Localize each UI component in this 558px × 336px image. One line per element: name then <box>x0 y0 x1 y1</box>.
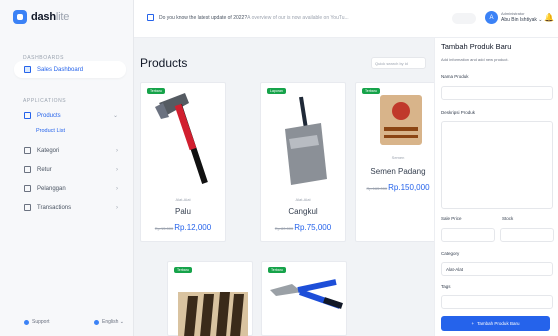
tags-label: Tags <box>441 284 451 289</box>
product-name-label: Nama Produk <box>441 74 469 79</box>
customer-icon <box>24 185 31 192</box>
product-description-label: Deskripsi Produk <box>441 110 476 115</box>
pliers-image <box>270 279 343 309</box>
sidebar-subitem-product-list[interactable]: Product List <box>36 128 65 134</box>
sidebar-item-products[interactable]: Products ⌄ <box>14 107 126 124</box>
sidebar-item-transactions[interactable]: Transactions › <box>14 199 126 216</box>
section-title-applications: APPLICATIONS <box>23 98 67 104</box>
logo-icon <box>13 10 27 24</box>
support-link[interactable]: Support <box>24 319 50 325</box>
product-name: Palu <box>174 207 191 216</box>
chevron-right-icon: › <box>116 185 118 192</box>
user-menu[interactable]: Abu Bin Ishtiyak ⌄ <box>501 17 542 23</box>
sidebar-footer: Support English ⌄ <box>24 319 124 325</box>
chevron-right-icon: › <box>116 166 118 173</box>
search-input[interactable]: Quick search by id <box>371 57 426 69</box>
product-category: Alat-Alat <box>175 197 191 202</box>
sidebar-item-pelanggan[interactable]: Pelanggan › <box>14 180 126 197</box>
logo-text-lite: lite <box>55 11 70 23</box>
sale-price-label: Sale Price <box>441 216 462 221</box>
sidebar-item-label: Sales Dashboard <box>37 66 84 73</box>
sidebar-item-retur[interactable]: Retur › <box>14 161 126 178</box>
dashboard-icon <box>24 66 31 73</box>
cement-bag-image <box>380 95 422 145</box>
stock-label: Stock <box>502 216 514 221</box>
hammer-image <box>155 93 208 184</box>
product-card[interactable]: Laporan Alat-Alat Cangkul Rp.80.000Rp.75… <box>260 82 346 242</box>
language-selector[interactable]: English ⌄ <box>94 319 124 325</box>
sale-price-field[interactable] <box>441 228 495 242</box>
putty-knife-image <box>178 292 248 336</box>
logo-text: dash <box>31 11 56 23</box>
product-name: Semen Padang <box>370 167 426 176</box>
notification-bell-icon[interactable]: 🔔 <box>544 13 554 22</box>
category-label: Category <box>441 251 460 256</box>
sidebar-item-label: Products <box>37 112 61 119</box>
sidebar-item-label: Transactions <box>37 204 72 211</box>
add-product-button[interactable]: + Tambah Produk Baru <box>441 316 550 331</box>
chevron-right-icon: › <box>116 147 118 154</box>
product-description-field[interactable] <box>441 121 553 209</box>
panel-title: Tambah Produk Baru <box>441 42 512 51</box>
sidebar-item-kategori[interactable]: Kategori › <box>14 142 126 159</box>
product-card[interactable]: Terbaru <box>261 261 347 336</box>
products-icon <box>24 112 31 119</box>
sidebar-item-label: Pelanggan <box>37 185 66 192</box>
product-card[interactable]: Terbaru <box>167 261 253 336</box>
sidebar-item-label: Retur <box>37 166 52 173</box>
product-category: Alat-Alat <box>295 197 311 202</box>
support-icon <box>24 319 29 325</box>
return-icon <box>24 166 31 173</box>
update-notice[interactable]: Do you know the latest update of 2022? A… <box>147 14 349 21</box>
product-name-field[interactable] <box>441 86 553 100</box>
sidebar: dashlite DASHBOARDS Sales Dashboard APPL… <box>0 0 134 336</box>
plus-icon: + <box>471 321 475 326</box>
user-role: Administrator <box>501 11 525 16</box>
product-price: Rp.15.000Rp.12,000 <box>154 223 212 232</box>
product-price: Rp.80.000Rp.75,000 <box>274 223 332 232</box>
category-select[interactable]: Alat-Alat <box>441 262 553 276</box>
category-icon <box>24 147 31 154</box>
transactions-icon <box>24 204 31 211</box>
sidebar-item-sales-dashboard[interactable]: Sales Dashboard <box>14 61 126 78</box>
page-title: Products <box>140 56 188 70</box>
globe-icon <box>94 319 100 325</box>
product-price: Rp.165.000Rp.150,000 <box>366 183 430 192</box>
tags-field[interactable] <box>441 295 553 309</box>
avatar[interactable]: A <box>485 11 498 24</box>
panel-subtitle: Add information and add new product. <box>441 57 509 62</box>
topbar: Do you know the latest update of 2022? A… <box>134 0 558 38</box>
calendar-icon <box>147 14 154 21</box>
logo[interactable]: dashlite <box>13 10 69 24</box>
product-name: Cangkul <box>288 207 318 216</box>
sidebar-item-label: Kategori <box>37 147 60 154</box>
theme-toggle[interactable] <box>452 13 476 24</box>
product-category: Semen <box>391 155 405 160</box>
product-card[interactable]: Terbaru Alat-Alat Palu Rp.15.000Rp.12,00… <box>140 82 226 242</box>
chevron-down-icon: ⌄ <box>112 113 118 119</box>
hoe-image <box>285 96 327 185</box>
chevron-right-icon: › <box>116 204 118 211</box>
stock-field[interactable] <box>500 228 554 242</box>
product-card[interactable]: Terbaru Semen Semen Padang Rp.165.000Rp.… <box>355 82 441 242</box>
